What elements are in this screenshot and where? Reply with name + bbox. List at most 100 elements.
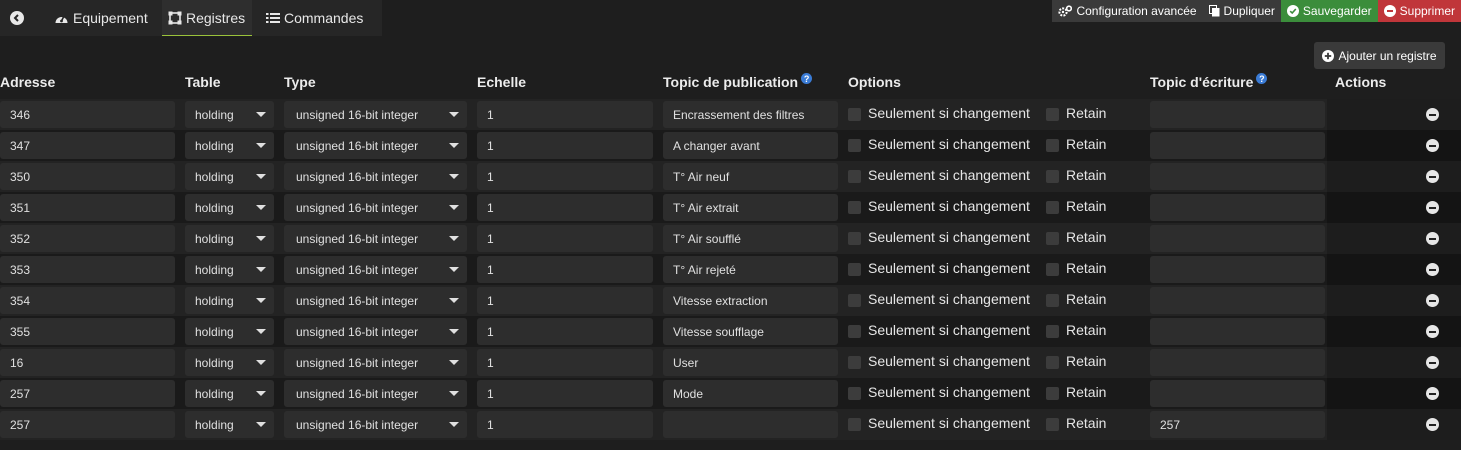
write-topic-input[interactable]: [1150, 318, 1325, 345]
publish-topic-input[interactable]: Encrassement des filtres: [663, 101, 838, 128]
address-input[interactable]: 16: [0, 349, 175, 376]
write-topic-input[interactable]: [1150, 349, 1325, 376]
table-select[interactable]: holding: [185, 163, 274, 190]
scale-input[interactable]: 1: [477, 132, 653, 159]
address-input[interactable]: 257: [0, 411, 175, 438]
type-select[interactable]: unsigned 16-bit integer: [284, 318, 467, 345]
scale-input[interactable]: 1: [477, 163, 653, 190]
delete-button[interactable]: Supprimer: [1377, 0, 1461, 22]
publish-topic-input[interactable]: A changer avant: [663, 132, 838, 159]
only-on-change-checkbox[interactable]: [848, 108, 861, 121]
type-select[interactable]: unsigned 16-bit integer: [284, 349, 467, 376]
duplicate-button[interactable]: Dupliquer: [1202, 0, 1281, 22]
table-select[interactable]: holding: [185, 411, 274, 438]
table-select[interactable]: holding: [185, 287, 274, 314]
table-select[interactable]: holding: [185, 101, 274, 128]
scale-input[interactable]: 1: [477, 411, 653, 438]
scale-input[interactable]: 1: [477, 380, 653, 407]
add-register-button[interactable]: Ajouter un registre: [1314, 42, 1445, 69]
publish-topic-input[interactable]: Mode: [663, 380, 838, 407]
scale-input[interactable]: 1: [477, 194, 653, 221]
remove-row-icon[interactable]: [1426, 170, 1439, 183]
retain-checkbox[interactable]: [1046, 325, 1059, 338]
type-select[interactable]: unsigned 16-bit integer: [284, 132, 467, 159]
tab-commandes[interactable]: Commandes: [252, 0, 382, 36]
type-select[interactable]: unsigned 16-bit integer: [284, 256, 467, 283]
scale-input[interactable]: 1: [477, 225, 653, 252]
address-input[interactable]: 347: [0, 132, 175, 159]
retain-checkbox[interactable]: [1046, 201, 1059, 214]
address-input[interactable]: 351: [0, 194, 175, 221]
tab-equipement[interactable]: Equipement: [34, 0, 162, 36]
only-on-change-checkbox[interactable]: [848, 356, 861, 369]
retain-checkbox[interactable]: [1046, 387, 1059, 400]
help-icon[interactable]: ?: [1256, 73, 1268, 84]
remove-row-icon[interactable]: [1426, 294, 1439, 307]
only-on-change-checkbox[interactable]: [848, 418, 861, 431]
publish-topic-input[interactable]: User: [663, 349, 838, 376]
retain-checkbox[interactable]: [1046, 418, 1059, 431]
only-on-change-checkbox[interactable]: [848, 325, 861, 338]
retain-checkbox[interactable]: [1046, 263, 1059, 276]
address-input[interactable]: 257: [0, 380, 175, 407]
publish-topic-input[interactable]: T° Air soufflé: [663, 225, 838, 252]
retain-checkbox[interactable]: [1046, 294, 1059, 307]
table-select[interactable]: holding: [185, 349, 274, 376]
only-on-change-checkbox[interactable]: [848, 294, 861, 307]
type-select[interactable]: unsigned 16-bit integer: [284, 194, 467, 221]
publish-topic-input[interactable]: T° Air rejeté: [663, 256, 838, 283]
remove-row-icon[interactable]: [1426, 108, 1439, 121]
retain-checkbox[interactable]: [1046, 232, 1059, 245]
table-select[interactable]: holding: [185, 194, 274, 221]
scale-input[interactable]: 1: [477, 318, 653, 345]
address-input[interactable]: 352: [0, 225, 175, 252]
write-topic-input[interactable]: [1150, 225, 1325, 252]
write-topic-input[interactable]: [1150, 287, 1325, 314]
retain-checkbox[interactable]: [1046, 108, 1059, 121]
publish-topic-input[interactable]: Vitesse soufflage: [663, 318, 838, 345]
table-select[interactable]: holding: [185, 318, 274, 345]
remove-row-icon[interactable]: [1426, 325, 1439, 338]
publish-topic-input[interactable]: Vitesse extraction: [663, 287, 838, 314]
tab-registres[interactable]: Registres: [162, 0, 252, 36]
scale-input[interactable]: 1: [477, 287, 653, 314]
publish-topic-input[interactable]: T° Air neuf: [663, 163, 838, 190]
remove-row-icon[interactable]: [1426, 263, 1439, 276]
publish-topic-input[interactable]: [663, 411, 838, 438]
type-select[interactable]: unsigned 16-bit integer: [284, 101, 467, 128]
address-input[interactable]: 346: [0, 101, 175, 128]
only-on-change-checkbox[interactable]: [848, 232, 861, 245]
remove-row-icon[interactable]: [1426, 418, 1439, 431]
remove-row-icon[interactable]: [1426, 201, 1439, 214]
type-select[interactable]: unsigned 16-bit integer: [284, 163, 467, 190]
table-select[interactable]: holding: [185, 380, 274, 407]
only-on-change-checkbox[interactable]: [848, 139, 861, 152]
remove-row-icon[interactable]: [1426, 139, 1439, 152]
only-on-change-checkbox[interactable]: [848, 387, 861, 400]
advanced-config-button[interactable]: Configuration avancée: [1052, 0, 1203, 22]
retain-checkbox[interactable]: [1046, 139, 1059, 152]
address-input[interactable]: 354: [0, 287, 175, 314]
only-on-change-checkbox[interactable]: [848, 263, 861, 276]
table-select[interactable]: holding: [185, 132, 274, 159]
only-on-change-checkbox[interactable]: [848, 170, 861, 183]
remove-row-icon[interactable]: [1426, 356, 1439, 369]
type-select[interactable]: unsigned 16-bit integer: [284, 287, 467, 314]
write-topic-input[interactable]: [1150, 380, 1325, 407]
publish-topic-input[interactable]: T° Air extrait: [663, 194, 838, 221]
type-select[interactable]: unsigned 16-bit integer: [284, 380, 467, 407]
write-topic-input[interactable]: [1150, 132, 1325, 159]
scale-input[interactable]: 1: [477, 349, 653, 376]
table-select[interactable]: holding: [185, 225, 274, 252]
address-input[interactable]: 353: [0, 256, 175, 283]
save-button[interactable]: Sauvegarder: [1280, 0, 1378, 22]
write-topic-input[interactable]: 257: [1150, 411, 1325, 438]
write-topic-input[interactable]: [1150, 256, 1325, 283]
address-input[interactable]: 355: [0, 318, 175, 345]
back-button[interactable]: [0, 0, 34, 36]
retain-checkbox[interactable]: [1046, 356, 1059, 369]
scale-input[interactable]: 1: [477, 101, 653, 128]
retain-checkbox[interactable]: [1046, 170, 1059, 183]
only-on-change-checkbox[interactable]: [848, 201, 861, 214]
write-topic-input[interactable]: [1150, 194, 1325, 221]
